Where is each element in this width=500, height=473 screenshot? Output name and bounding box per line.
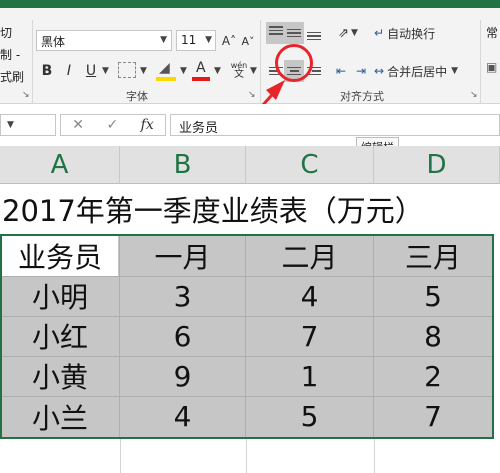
top-align-button[interactable] [266,22,286,44]
chevron-down-icon: ▼ [451,66,458,76]
table-cell[interactable]: 小兰 [2,396,118,437]
decrease-indent-icon: ⇤ [335,64,347,78]
cancel-icon[interactable]: ✕ [72,117,84,133]
chevron-down-icon[interactable]: ▼ [214,66,221,76]
orientation-icon: ⇗ [338,25,349,41]
table-cell[interactable]: 小明 [2,276,118,316]
middle-align-icon [287,28,301,38]
table-cell[interactable]: 9 [120,356,245,396]
title-bar [0,0,500,8]
table-cell[interactable]: 2 [374,356,492,396]
column-header-c[interactable]: C [246,146,374,184]
chevron-down-icon: ▼ [7,120,14,130]
clipboard-launcher-icon[interactable]: ↘ [22,90,30,100]
table-header-cell[interactable]: 业务员 [2,236,118,276]
bottom-align-button[interactable] [304,22,324,44]
font-color-button[interactable]: A [192,60,212,82]
name-box[interactable]: ▼ [0,114,56,136]
top-align-icon [269,26,283,40]
group-divider [32,20,33,106]
italic-button[interactable]: I [60,60,78,82]
grow-font-button[interactable]: A˄ [220,30,238,52]
font-name-value: 黑体 [41,35,66,49]
grid-line [374,440,375,473]
bold-icon: B [41,63,53,79]
table-cell[interactable]: 3 [120,276,245,316]
chevron-down-icon[interactable]: ▼ [180,66,187,76]
table-cell[interactable]: 5 [374,276,492,316]
bold-button[interactable]: B [38,60,56,82]
paint-bucket-icon: ◢ [159,60,170,76]
number-format-select[interactable]: 常 [486,24,498,41]
underline-button[interactable]: U [82,60,100,82]
empty-row[interactable] [0,440,500,473]
chevron-down-icon[interactable]: ▼ [102,66,109,76]
table-header-cell[interactable]: 三月 [374,236,492,276]
borders-icon[interactable] [118,62,136,78]
chevron-down-icon: ▼ [350,28,358,38]
font-color-icon: A [196,60,206,76]
formula-bar: ▼ ✕ ✓ fx 业务员 [0,104,500,142]
chevron-down-icon[interactable]: ▼ [140,66,147,76]
insert-function-icon[interactable]: fx [141,117,154,133]
data-table: 业务员 一月 二月 三月 小明 3 4 5 小红 6 7 8 小黄 9 1 2 … [2,236,492,437]
orientation-button[interactable]: ⇗ ▼ [334,22,362,44]
format-painter-button[interactable]: 式刷 [0,68,24,85]
column-header-d[interactable]: D [374,146,500,184]
table-cell[interactable]: 5 [246,396,373,437]
table-header-cell[interactable]: 一月 [120,236,245,276]
font-size-select[interactable]: 11 ▼ [176,30,216,51]
table-header-cell[interactable]: 二月 [246,236,373,276]
table-cell[interactable]: 8 [374,316,492,356]
underline-icon: U [85,63,97,79]
decrease-indent-button[interactable]: ⇤ [332,60,350,82]
fill-color-bar [156,77,176,81]
sheet-title-cell[interactable]: 2017年第一季度业绩表（万元） [0,184,500,234]
merge-center-label: 合并后居中 [387,64,448,79]
copy-button[interactable]: 制 - [0,46,20,63]
increase-indent-button[interactable]: ⇥ [352,60,370,82]
chevron-down-icon: ▼ [205,35,212,45]
font-color-bar [192,77,210,81]
increase-indent-icon: ⇥ [355,64,367,78]
column-header-b[interactable]: B [120,146,246,184]
fill-color-button[interactable]: ◢ [156,60,178,82]
table-cell[interactable]: 4 [120,396,245,437]
wrap-text-button[interactable]: ↵ 自动换行 [374,22,454,44]
middle-align-button[interactable] [284,22,304,44]
merge-center-icon: ↔ [374,64,385,78]
wrap-text-label: 自动换行 [387,26,436,41]
table-cell[interactable]: 6 [120,316,245,356]
table-cell[interactable]: 1 [246,356,373,396]
cut-button[interactable]: 切 [0,24,12,41]
grid-line [246,440,247,473]
grid-line [120,440,121,473]
table-cell[interactable]: 小黄 [2,356,118,396]
table-cell[interactable]: 4 [246,276,373,316]
alignment-group-label: 对齐方式 [340,90,384,103]
table-cell[interactable]: 7 [374,396,492,437]
enter-icon[interactable]: ✓ [106,117,118,133]
shrink-font-icon: A˅ [241,34,255,48]
merge-center-button[interactable]: ↔ 合并后居中 ▼ [374,60,478,82]
font-group-label: 字体 [126,90,148,103]
group-divider [480,20,481,106]
chevron-down-icon: ▼ [160,35,167,45]
font-size-value: 11 [181,33,197,47]
table-cell[interactable]: 小红 [2,316,118,356]
column-header-a[interactable]: A [0,146,120,184]
currency-icon[interactable]: ▣ [486,60,497,74]
font-name-select[interactable]: 黑体 ▼ [36,30,172,51]
wrap-text-icon: ↵ [374,26,385,40]
bottom-align-icon [307,26,321,40]
formula-input[interactable]: 业务员 [170,114,500,136]
alignment-launcher-icon[interactable]: ↘ [470,90,478,100]
table-cell[interactable]: 7 [246,316,373,356]
shrink-font-button[interactable]: A˅ [240,30,256,52]
formula-buttons: ✕ ✓ fx [60,114,166,136]
italic-icon: I [66,63,72,79]
grow-font-icon: A˄ [221,34,237,48]
